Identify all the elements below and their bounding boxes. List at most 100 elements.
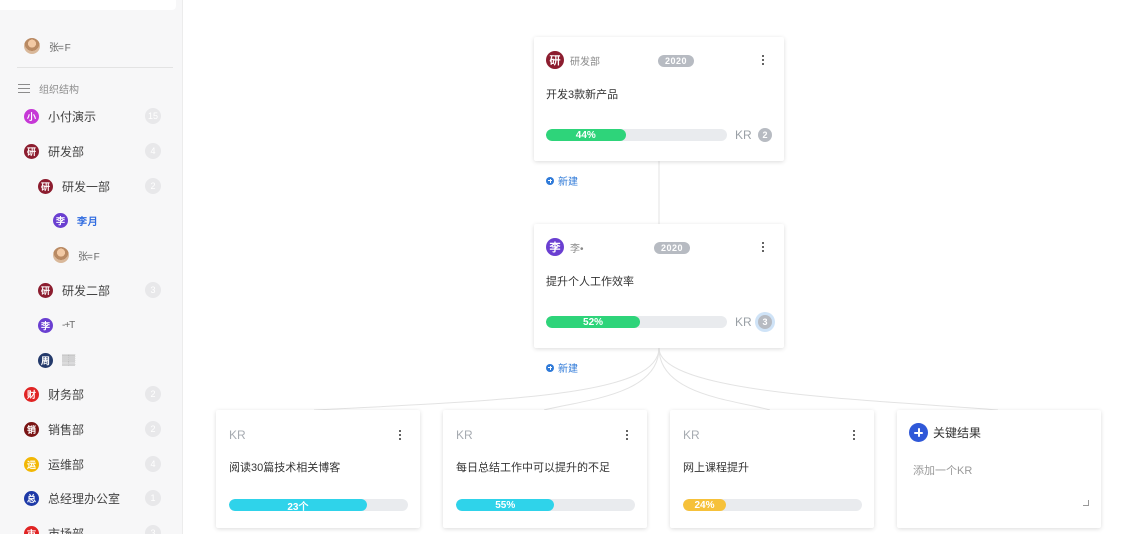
org-avatar: 销 — [24, 421, 39, 437]
key-result-progress-bar: 23个 — [229, 499, 408, 511]
member-count-badge: 4 — [145, 143, 161, 159]
member-avatar: 李 — [38, 317, 53, 333]
add-circle-icon — [546, 363, 554, 372]
progress-fill: 52% — [546, 316, 641, 328]
kr-count-badge[interactable]: 2 — [758, 128, 772, 142]
member-avatar: 李 — [53, 212, 68, 228]
objective-card[interactable]: 研 研发部 2020 开发3款新产品 44% KR 2 — [534, 37, 784, 161]
org-avatar: 市 — [24, 525, 39, 534]
owner-name: 李• — [570, 243, 584, 255]
sidebar-item-member-li-2[interactable]: 李 -+Т — [38, 316, 172, 334]
sidebar-item-label: 研发部 — [48, 144, 85, 159]
org-avatar: 总 — [24, 490, 39, 506]
current-user[interactable]: 张= F — [24, 38, 71, 54]
year-badge: 2020 — [658, 55, 694, 67]
member-photo-avatar — [53, 247, 69, 263]
new-child-label: 新建 — [558, 364, 578, 375]
sidebar-item-sales[interactable]: 销 销售部 2 — [24, 420, 172, 438]
sidebar-item-label: 小付演示 — [48, 109, 97, 124]
sidebar-top-bar — [0, 0, 176, 10]
sidebar-item-label: 市场部 — [48, 526, 85, 534]
objective-header: 李 李• — [546, 238, 584, 256]
sidebar-item-label: 张= F — [78, 251, 100, 263]
sidebar: 张= F 组织结构 小 小付演示 15 研 研发部 4 研 研发一部 2 李 李… — [0, 0, 183, 534]
new-child-label: 新建 — [558, 177, 578, 188]
progress-fill: 23个 — [229, 499, 367, 511]
add-key-result-card: 关键结果 — [897, 410, 1101, 528]
kr-count-badge[interactable]: 3 — [758, 315, 772, 329]
list-icon — [18, 84, 30, 93]
key-result-card[interactable]: KR 阅读30篇技术相关博客 23个 — [216, 410, 420, 528]
add-key-result-title: 关键结果 — [933, 426, 982, 440]
more-options-icon[interactable] — [625, 430, 629, 440]
org-avatar: 小 — [24, 108, 39, 124]
more-options-icon[interactable] — [761, 55, 765, 65]
org-avatar: 研 — [38, 178, 53, 194]
sidebar-item-marketing[interactable]: 市 市场部 3 — [24, 524, 172, 534]
sidebar-item-member-li[interactable]: 李 李 月 — [53, 211, 172, 229]
more-options-icon[interactable] — [852, 430, 856, 440]
more-options-icon[interactable] — [398, 430, 402, 440]
sidebar-divider — [17, 67, 173, 68]
member-count-badge: 2 — [145, 178, 161, 194]
more-options-icon[interactable] — [761, 242, 765, 252]
textarea-resize-handle[interactable] — [1083, 500, 1089, 506]
member-avatar: 周 — [38, 352, 53, 368]
member-count-badge: 15 — [145, 108, 161, 124]
member-count-badge: 2 — [145, 386, 161, 402]
objective-title: 开发3款新产品 — [546, 89, 619, 101]
year-badge: 2020 — [654, 242, 690, 254]
sidebar-item-label: 销售部 — [48, 422, 85, 437]
sidebar-item-label: 总经理办公室 — [48, 491, 121, 506]
progress-fill: 55% — [456, 499, 555, 511]
sidebar-item-rd-dept[interactable]: 研 研发部 4 — [24, 142, 172, 160]
org-structure-label: 组织结构 — [39, 85, 79, 96]
sidebar-item-label: 财务部 — [48, 387, 85, 402]
sidebar-item-member-zhang[interactable]: 张= F — [53, 246, 172, 264]
owner-avatar: 李 — [546, 238, 564, 256]
new-child-link[interactable]: 新建 — [546, 360, 578, 375]
objective-progress-bar: 44% — [546, 129, 727, 141]
sidebar-item-rd-dept-2[interactable]: 研 研发二部 3 — [38, 281, 172, 299]
user-name: 张= F — [49, 42, 71, 54]
org-avatar: 财 — [24, 386, 39, 402]
org-avatar: 研 — [38, 282, 53, 298]
key-result-title: 每日总结工作中可以提升的不足 — [456, 462, 610, 474]
new-child-link[interactable]: 新建 — [546, 173, 578, 188]
user-photo-avatar — [24, 38, 40, 54]
sidebar-item-finance[interactable]: 财 财务部 2 — [24, 385, 172, 403]
objective-card[interactable]: 李 李• 2020 提升个人工作效率 52% KR 3 — [534, 224, 784, 348]
objective-progress-bar: 52% — [546, 316, 727, 328]
sidebar-item-label: 研发二部 — [62, 283, 111, 298]
sidebar-item-label: 李 月 — [77, 216, 98, 228]
objective-title: 提升个人工作效率 — [546, 276, 634, 288]
member-count-badge: 3 — [145, 282, 161, 298]
key-result-card[interactable]: KR 每日总结工作中可以提升的不足 55% — [443, 410, 647, 528]
owner-name: 研发部 — [570, 56, 600, 68]
key-result-card[interactable]: KR 网上课程提升 24% — [670, 410, 874, 528]
member-count-badge: 3 — [145, 525, 161, 534]
member-count-badge: 1 — [145, 490, 161, 506]
sidebar-item-label: ▒▒ — [62, 354, 75, 366]
sidebar-item-rd-dept-1[interactable]: 研 研发一部 2 — [38, 177, 172, 195]
objective-header: 研 研发部 — [546, 51, 600, 69]
kr-type-label: KR — [683, 428, 700, 442]
new-kr-input[interactable] — [907, 456, 1091, 508]
member-count-badge: 4 — [145, 456, 161, 472]
add-circle-icon[interactable] — [909, 423, 928, 442]
sidebar-item-ops[interactable]: 运 运维部 4 — [24, 455, 172, 473]
add-key-result-header[interactable]: 关键结果 — [909, 423, 981, 442]
org-avatar: 运 — [24, 456, 39, 472]
kr-label: KR — [735, 128, 752, 142]
progress-fill: 24% — [683, 499, 726, 511]
progress-fill: 44% — [546, 129, 626, 141]
kr-label: KR — [735, 315, 752, 329]
org-avatar: 研 — [24, 143, 39, 159]
sidebar-item-member-zhou[interactable]: 周 ▒▒ — [38, 351, 172, 369]
owner-avatar: 研 — [546, 51, 564, 69]
sidebar-item-label: 运维部 — [48, 457, 85, 472]
key-result-title: 阅读30篇技术相关博客 — [229, 462, 341, 474]
sidebar-item-xiaofu-demo[interactable]: 小 小付演示 15 — [24, 107, 172, 125]
sidebar-item-gm-office[interactable]: 总 总经理办公室 1 — [24, 489, 172, 507]
key-result-progress-bar: 55% — [456, 499, 635, 511]
